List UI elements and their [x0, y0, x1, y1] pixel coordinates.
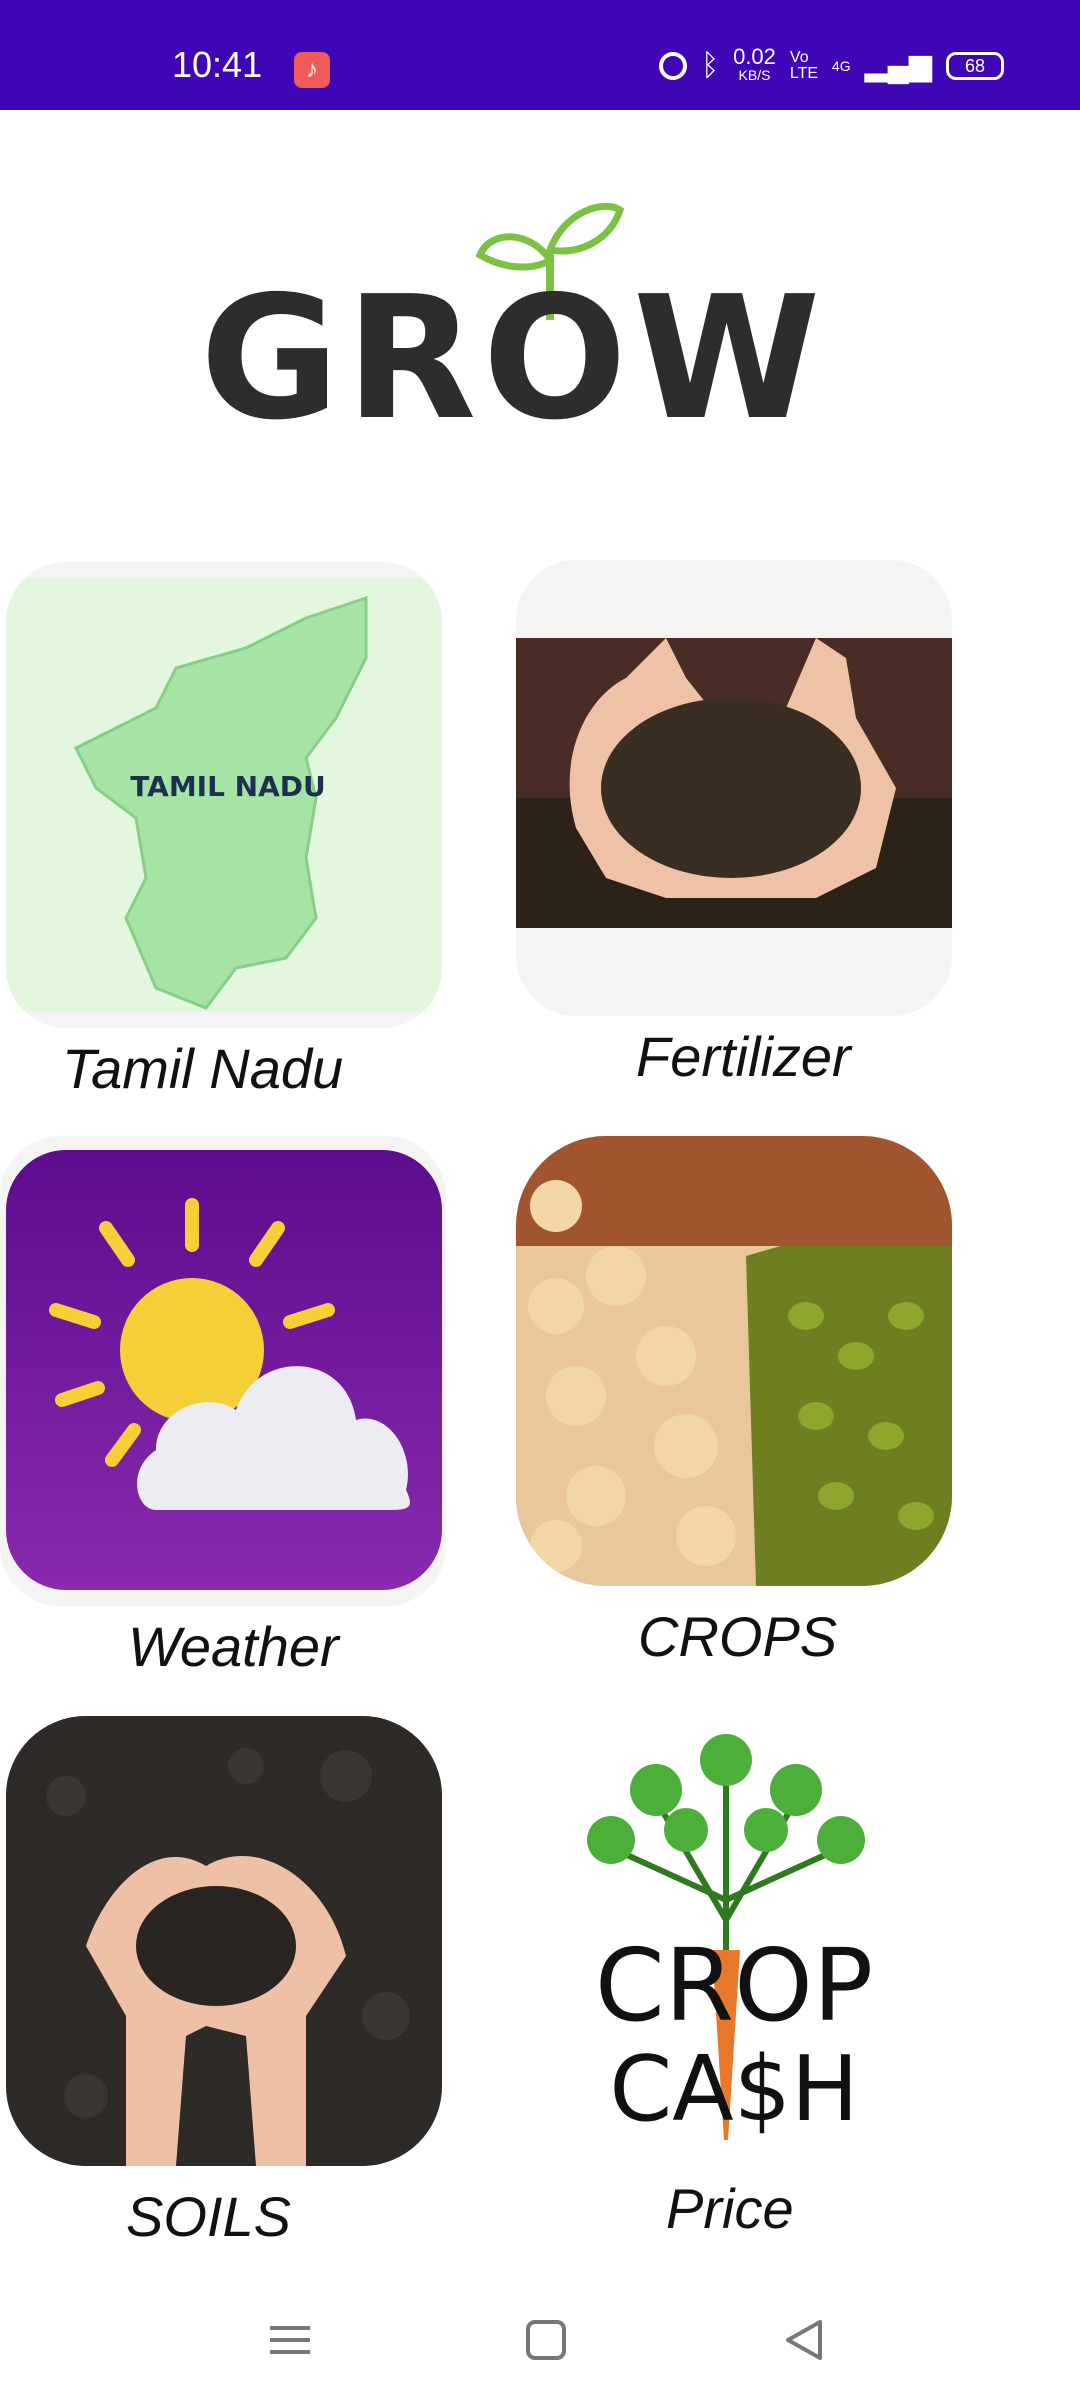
tamil-nadu-map-image: TAMIL NADU: [6, 578, 442, 1012]
status-time: 10:41: [172, 44, 263, 85]
volte-indicator: Vo LTE: [789, 49, 819, 82]
menu-icon[interactable]: [260, 2310, 320, 2370]
soils-hands-image: [6, 1716, 442, 2166]
network-speed-value: 0.02: [733, 44, 776, 69]
network-speed: 0.02 KB/S: [733, 44, 776, 84]
crop-cash-line1: CROP: [595, 1927, 873, 2044]
status-icons: ᛒ 0.02 KB/S Vo LTE 4G ▂▄▆ 68: [659, 44, 1004, 84]
soils-label[interactable]: SOILS: [126, 2184, 291, 2249]
home-icon[interactable]: [516, 2310, 576, 2370]
crop-cash-carrot-logo: CROP CA$H: [587, 1734, 873, 2142]
app-logo: GROW: [200, 200, 820, 458]
weather-sun-cloud-icon: [6, 1150, 442, 1590]
back-icon[interactable]: [774, 2310, 834, 2370]
alarm-icon: [659, 52, 688, 80]
signal-icon: ▂▄▆: [864, 49, 932, 82]
crops-legumes-image: [516, 1136, 952, 1586]
crop-cash-line2: CA$H: [609, 2037, 858, 2142]
tamil-nadu-map-text: TAMIL NADU: [130, 770, 326, 803]
fertilizer-tile[interactable]: [516, 560, 952, 1016]
tamil-nadu-tile[interactable]: TAMIL NADU: [6, 562, 442, 1028]
fertilizer-label[interactable]: Fertilizer: [636, 1024, 851, 1089]
bluetooth-icon: ᛒ: [701, 49, 720, 82]
fertilizer-soil-hands-image: [516, 638, 952, 928]
status-bar: 10:41 ♪ ᛒ 0.02 KB/S Vo LTE 4G ▂▄▆ 68: [0, 0, 1080, 110]
soils-tile[interactable]: [6, 1716, 442, 2166]
system-navigation-bar: [0, 2290, 1080, 2400]
network-speed-unit: KB/S: [738, 67, 771, 83]
battery-icon: 68: [946, 52, 1004, 80]
price-label[interactable]: Price: [666, 2176, 794, 2241]
network-type: 4G: [831, 58, 851, 74]
tamil-nadu-label[interactable]: Tamil Nadu: [62, 1036, 343, 1101]
price-tile[interactable]: CROP CA$H: [516, 1720, 952, 2160]
weather-label[interactable]: Weather: [128, 1614, 339, 1679]
music-notification-icon: ♪: [294, 52, 330, 88]
crops-tile[interactable]: [516, 1136, 952, 1586]
crops-label[interactable]: CROPS: [638, 1604, 837, 1669]
weather-tile[interactable]: [0, 1136, 446, 1606]
logo-text: GROW: [200, 260, 827, 458]
